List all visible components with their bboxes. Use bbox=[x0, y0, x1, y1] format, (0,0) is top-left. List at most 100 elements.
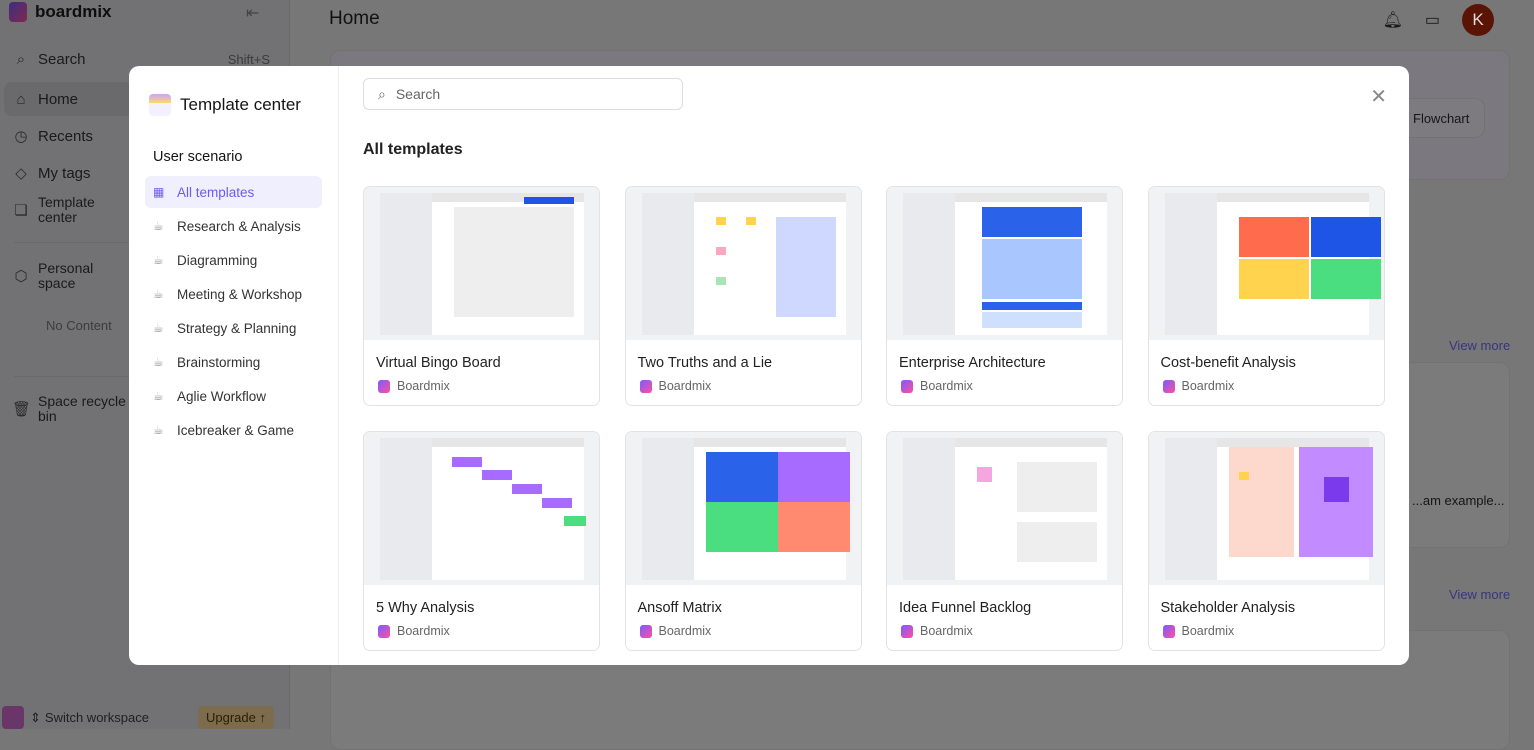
sidebar-item-label: Recents bbox=[38, 127, 94, 145]
category-item[interactable]: ☕︎ Research & Analysis bbox=[145, 210, 322, 242]
boardmix-logo-icon bbox=[901, 624, 913, 638]
template-icon: ❏ bbox=[14, 202, 28, 219]
template-name: 5 Why Analysis bbox=[376, 600, 475, 616]
category-item[interactable]: ☕︎ Diagramming bbox=[145, 244, 322, 276]
thumbnail-shape bbox=[1238, 217, 1309, 257]
cup-icon: ☕︎ bbox=[153, 287, 164, 301]
view-more-link[interactable]: View more bbox=[1449, 338, 1510, 353]
category-item[interactable]: ▦ All templates bbox=[145, 176, 322, 208]
template-card[interactable]: Idea Funnel Backlog Boardmix bbox=[886, 431, 1123, 651]
template-center-modal: Template center User scenario ▦ All templ… bbox=[129, 66, 1409, 665]
app-name: boardmix bbox=[35, 2, 112, 21]
sidebar-item-label: My tags bbox=[38, 164, 91, 182]
tag-icon: ◇ bbox=[15, 165, 27, 182]
home-icon: ⌂ bbox=[16, 90, 26, 108]
thumbnail-shape bbox=[1238, 472, 1249, 480]
flowchart-label: Flowchart bbox=[1413, 111, 1470, 126]
template-name: Enterprise Architecture bbox=[899, 355, 1046, 371]
template-card[interactable]: Ansoff Matrix Boardmix bbox=[624, 431, 862, 651]
author-name: Boardmix bbox=[397, 624, 450, 638]
cup-icon: ☕︎ bbox=[153, 389, 164, 403]
template-name: Ansoff Matrix bbox=[637, 600, 722, 616]
thumbnail-side bbox=[903, 193, 955, 335]
template-author: Boardmix bbox=[378, 624, 450, 638]
template-center-logo-icon bbox=[149, 94, 171, 116]
recycle-label: Space recycle bin bbox=[38, 393, 126, 424]
thumbnail-shape bbox=[977, 467, 992, 482]
thumbnail-shape bbox=[542, 498, 572, 508]
upgrade-button[interactable]: Upgrade ↑ bbox=[198, 706, 274, 729]
template-name: Stakeholder Analysis bbox=[1160, 600, 1296, 616]
search-input[interactable]: ⌕ Search bbox=[363, 78, 683, 110]
template-thumbnail bbox=[364, 432, 599, 585]
search-icon: ⌕ bbox=[378, 85, 386, 102]
template-name: Idea Funnel Backlog bbox=[899, 600, 1032, 616]
search-placeholder: Search bbox=[395, 86, 441, 102]
modal-title-text: Template center bbox=[180, 95, 301, 114]
template-card[interactable]: 5 Why Analysis Boardmix bbox=[363, 431, 600, 651]
thumbnail-shape bbox=[982, 207, 1082, 237]
search-label: Search bbox=[38, 50, 86, 68]
collapse-sidebar-icon[interactable]: ⇤ bbox=[246, 3, 259, 23]
thumbnail-side bbox=[380, 193, 432, 335]
cup-icon: ☕︎ bbox=[153, 321, 164, 335]
close-icon[interactable]: ✕ bbox=[1370, 84, 1387, 109]
category-label: Meeting & Workshop bbox=[177, 286, 303, 302]
template-author: Boardmix bbox=[639, 624, 711, 638]
boardmix-logo[interactable]: boardmix bbox=[9, 2, 112, 22]
thumbnail-shape bbox=[775, 217, 836, 317]
category-item[interactable]: ☕︎ Meeting & Workshop bbox=[145, 278, 322, 310]
thumbnail-shape bbox=[482, 470, 512, 480]
header-actions: 🔔︎ ▭ K bbox=[1383, 4, 1494, 36]
template-author: Boardmix bbox=[1162, 379, 1234, 393]
thumbnail-shape bbox=[715, 217, 726, 225]
template-card[interactable]: Cost-benefit Analysis Boardmix bbox=[1147, 186, 1385, 406]
thumbnail-shape bbox=[512, 484, 542, 494]
category-item[interactable]: ☕︎ Strategy & Planning bbox=[145, 312, 322, 344]
no-content-text: No Content bbox=[46, 318, 112, 333]
boardmix-logo-icon bbox=[901, 379, 913, 393]
category-label: Research & Analysis bbox=[177, 218, 301, 234]
thumbnail-bar bbox=[955, 193, 1107, 202]
page-title: Home bbox=[329, 8, 380, 29]
card-title: ...am example... bbox=[1412, 493, 1505, 508]
thumbnail-side bbox=[380, 438, 432, 580]
template-thumbnail bbox=[1148, 187, 1384, 340]
thumbnail-bar bbox=[693, 438, 846, 447]
boardmix-logo-icon bbox=[639, 379, 652, 393]
modal-title: Template center bbox=[149, 94, 301, 116]
template-card[interactable]: Stakeholder Analysis Boardmix bbox=[1147, 431, 1385, 651]
boardmix-logo-icon bbox=[639, 624, 652, 638]
switch-workspace[interactable]: ⇕ Switch workspace bbox=[0, 706, 190, 729]
author-name: Boardmix bbox=[1181, 624, 1235, 638]
view-more-link[interactable]: View more bbox=[1449, 587, 1510, 602]
upgrade-label: Upgrade bbox=[206, 710, 256, 725]
avatar[interactable]: K bbox=[1462, 4, 1494, 36]
thumbnail-shape bbox=[1238, 259, 1309, 299]
switch-workspace-label: Switch workspace bbox=[44, 710, 149, 725]
category-item[interactable]: ☕︎ Brainstorming bbox=[145, 346, 322, 378]
updown-icon: ⇕ bbox=[30, 709, 41, 725]
cube-icon: ⬡ bbox=[14, 268, 28, 285]
category-item[interactable]: ☕︎ Aglie Workflow bbox=[145, 380, 322, 412]
section-heading: User scenario bbox=[153, 149, 243, 165]
template-card[interactable]: Two Truths and a Lie Boardmix bbox=[624, 186, 862, 406]
sidebar-item-label: Template center bbox=[38, 194, 95, 225]
author-name: Boardmix bbox=[920, 379, 973, 393]
category-item[interactable]: ☕︎ Icebreaker & Game bbox=[145, 414, 322, 446]
trash-icon: 🗑 bbox=[12, 401, 32, 418]
personal-space-label: Personal space bbox=[38, 260, 94, 291]
inbox-icon[interactable]: ▭ bbox=[1425, 10, 1440, 30]
template-card[interactable]: Virtual Bingo Board Boardmix bbox=[363, 186, 600, 406]
bell-icon[interactable]: 🔔︎ bbox=[1383, 10, 1403, 30]
boardmix-logo-icon bbox=[9, 2, 27, 22]
template-thumbnail bbox=[887, 432, 1122, 585]
author-name: Boardmix bbox=[397, 379, 450, 393]
category-label: Aglie Workflow bbox=[177, 388, 267, 404]
thumbnail-shape bbox=[454, 207, 574, 317]
author-name: Boardmix bbox=[920, 624, 973, 638]
boardmix-logo-icon bbox=[378, 624, 390, 638]
template-card[interactable]: Enterprise Architecture Boardmix bbox=[886, 186, 1123, 406]
thumbnail-shape bbox=[1017, 522, 1097, 562]
cup-icon: ☕︎ bbox=[153, 423, 164, 437]
